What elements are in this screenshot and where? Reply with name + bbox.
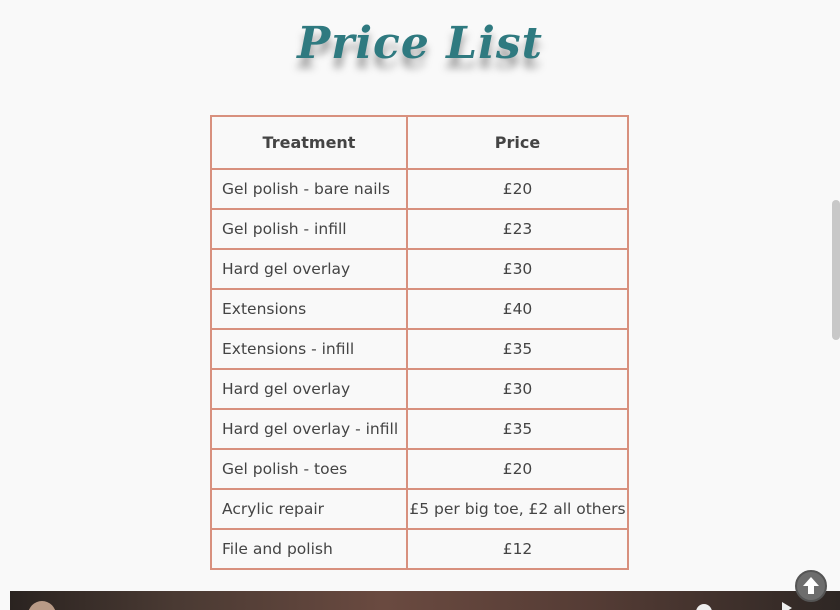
info-icon[interactable]	[696, 604, 712, 610]
arrow-up-circle-icon	[803, 577, 819, 594]
treatment-column-header: Treatment	[210, 115, 408, 170]
price-cell: £35	[406, 328, 629, 370]
embedded-video[interactable]	[10, 591, 840, 610]
table-row: Acrylic repair £5 per big toe, £2 all ot…	[210, 488, 629, 530]
price-cell: £40	[406, 288, 629, 330]
table-row: Extensions - infill £35	[210, 328, 629, 370]
table-row: Hard gel overlay £30	[210, 368, 629, 410]
treatment-cell: Extensions - infill	[210, 328, 408, 370]
treatment-cell: Gel polish - toes	[210, 448, 408, 490]
table-header-row: Treatment Price	[210, 115, 629, 170]
page-title: Price List	[297, 18, 543, 69]
table-row: Extensions £40	[210, 288, 629, 330]
treatment-cell: Gel polish - bare nails	[210, 168, 408, 210]
table-row: File and polish £12	[210, 528, 629, 570]
treatment-cell: Hard gel overlay	[210, 368, 408, 410]
price-table: Treatment Price Gel polish - bare nails …	[210, 115, 629, 570]
table-row: Gel polish - toes £20	[210, 448, 629, 490]
treatment-cell: Hard gel overlay	[210, 248, 408, 290]
table-row: Hard gel overlay - infill £35	[210, 408, 629, 450]
channel-avatar[interactable]	[28, 601, 56, 610]
price-cell: £5 per big toe, £2 all others	[406, 488, 629, 530]
price-cell: £12	[406, 528, 629, 570]
table-row: Gel polish - infill £23	[210, 208, 629, 250]
price-cell: £20	[406, 448, 629, 490]
treatment-cell: Hard gel overlay - infill	[210, 408, 408, 450]
price-column-header: Price	[406, 115, 629, 170]
back-to-top-button[interactable]	[795, 570, 827, 602]
scrollbar-thumb[interactable]	[832, 200, 840, 340]
treatment-cell: Gel polish - infill	[210, 208, 408, 250]
share-icon[interactable]	[782, 602, 792, 610]
page: Price List Treatment Price Gel polish - …	[0, 0, 840, 610]
table-row: Gel polish - bare nails £20	[210, 168, 629, 210]
treatment-cell: Acrylic repair	[210, 488, 408, 530]
price-cell: £35	[406, 408, 629, 450]
price-cell: £30	[406, 368, 629, 410]
price-cell: £23	[406, 208, 629, 250]
price-cell: £30	[406, 248, 629, 290]
price-cell: £20	[406, 168, 629, 210]
treatment-cell: Extensions	[210, 288, 408, 330]
table-row: Hard gel overlay £30	[210, 248, 629, 290]
treatment-cell: File and polish	[210, 528, 408, 570]
